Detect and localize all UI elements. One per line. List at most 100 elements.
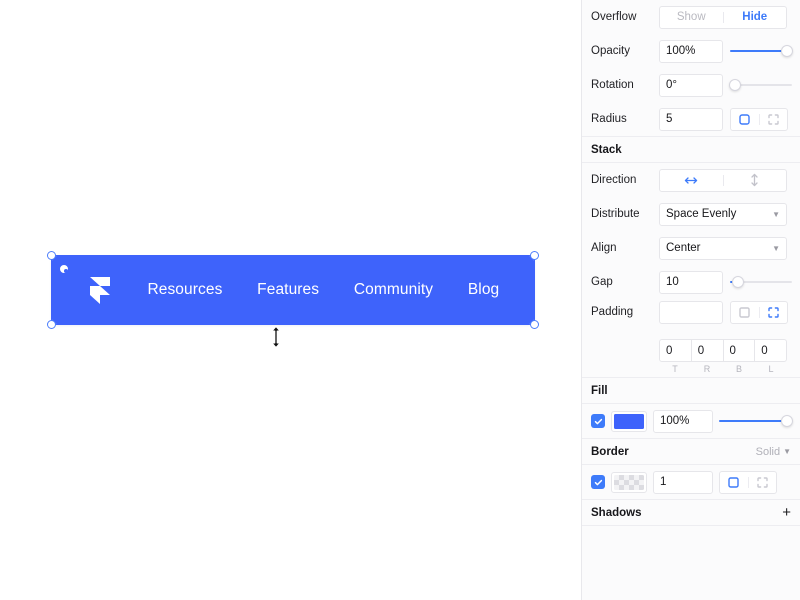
- resize-handle-top-right[interactable]: [530, 251, 539, 260]
- section-title-border: Border: [591, 445, 629, 458]
- gap-slider[interactable]: [730, 271, 792, 294]
- label-distribute: Distribute: [591, 208, 640, 220]
- fill-color-swatch[interactable]: [611, 410, 647, 432]
- direction-segmented-control[interactable]: [659, 168, 787, 192]
- fill-opacity-input[interactable]: 100%: [653, 409, 713, 433]
- label-rotation: Rotation: [591, 79, 634, 91]
- padding-input[interactable]: [659, 301, 723, 324]
- add-shadow-button[interactable]: +: [782, 505, 791, 520]
- vertical-resize-cursor: [268, 325, 284, 349]
- fill-color-preview: [614, 413, 644, 429]
- design-canvas[interactable]: Resources Features Community Blog: [0, 0, 581, 600]
- chevron-down-icon: ▼: [772, 209, 780, 219]
- corners-radius-icon[interactable]: [760, 109, 788, 130]
- resize-handle-top-left[interactable]: [47, 251, 56, 260]
- row-radius: Radius 5: [582, 102, 800, 136]
- align-value: Center: [666, 242, 701, 254]
- section-title-fill: Fill: [591, 384, 608, 397]
- row-rotation: Rotation 0°: [582, 68, 800, 102]
- radius-handle[interactable]: [60, 265, 68, 273]
- overflow-segmented-control[interactable]: Show Hide: [659, 5, 787, 29]
- navbar-component[interactable]: Resources Features Community Blog: [52, 256, 534, 324]
- border-style-select[interactable]: Solid ▼: [756, 446, 791, 458]
- overflow-option-show[interactable]: Show: [660, 7, 723, 28]
- slider-knob[interactable]: [729, 79, 741, 91]
- selected-navbar-frame[interactable]: Resources Features Community Blog: [47, 251, 539, 329]
- individual-padding-icon[interactable]: [760, 302, 788, 323]
- border-width-input[interactable]: 1: [653, 470, 713, 494]
- label-opacity: Opacity: [591, 45, 630, 57]
- row-fill: 100%: [582, 404, 800, 438]
- radius-input[interactable]: 5: [659, 107, 723, 131]
- framer-logo-icon: [87, 275, 113, 305]
- square-radius-icon[interactable]: [731, 109, 759, 130]
- padding-label-top: T: [672, 364, 678, 374]
- section-title-shadows: Shadows: [591, 506, 642, 519]
- row-padding: Padding: [582, 299, 800, 339]
- section-title-stack: Stack: [591, 143, 622, 156]
- nav-link-features[interactable]: Features: [257, 281, 319, 299]
- overflow-option-hide[interactable]: Hide: [724, 7, 787, 28]
- padding-mode-control[interactable]: [730, 301, 788, 324]
- nav-link-blog[interactable]: Blog: [468, 281, 499, 299]
- resize-handle-bottom-left[interactable]: [47, 320, 56, 329]
- row-gap: Gap 10: [582, 265, 800, 299]
- row-opacity: Opacity 100%: [582, 34, 800, 68]
- label-direction: Direction: [591, 174, 637, 186]
- padding-top-input[interactable]: 0: [659, 339, 692, 362]
- section-header-stack: Stack: [582, 136, 800, 163]
- padding-label-right: R: [703, 364, 711, 374]
- fill-opacity-slider[interactable]: [719, 410, 793, 433]
- label-radius: Radius: [591, 113, 627, 125]
- padding-label-bottom: B: [735, 364, 742, 374]
- row-overflow: Overflow Show Hide: [582, 0, 800, 34]
- vertical-arrows-icon[interactable]: [724, 170, 787, 191]
- border-color-preview-transparent: [614, 474, 644, 490]
- individual-border-icon[interactable]: [749, 472, 777, 493]
- fill-enabled-checkbox[interactable]: [591, 414, 605, 428]
- label-align: Align: [591, 242, 617, 254]
- nav-link-community[interactable]: Community: [354, 281, 433, 299]
- label-padding: Padding: [591, 306, 634, 318]
- border-color-swatch[interactable]: [611, 471, 647, 493]
- padding-sides-labels: T R B L: [659, 364, 787, 374]
- slider-knob[interactable]: [732, 276, 745, 288]
- nav-link-resources[interactable]: Resources: [147, 281, 222, 299]
- align-select[interactable]: Center ▼: [659, 236, 787, 260]
- padding-right-input[interactable]: 0: [690, 339, 724, 362]
- label-gap: Gap: [591, 276, 613, 288]
- slider-knob[interactable]: [781, 415, 793, 427]
- padding-sides-inputs[interactable]: 0 0 0 0: [659, 339, 787, 362]
- uniform-border-icon[interactable]: [720, 472, 748, 493]
- resize-handle-bottom-right[interactable]: [530, 320, 539, 329]
- padding-label-left: L: [768, 364, 774, 374]
- radius-mode-control[interactable]: [730, 107, 788, 131]
- row-padding-sides: 0 0 0 0 T R B L: [582, 339, 800, 377]
- properties-panel[interactable]: Overflow Show Hide Opacity 100% Rotation…: [581, 0, 800, 600]
- padding-bottom-input[interactable]: 0: [722, 339, 756, 362]
- horizontal-arrows-icon[interactable]: [660, 170, 723, 191]
- distribute-select[interactable]: Space Evenly ▼: [659, 202, 787, 226]
- row-border: 1: [582, 465, 800, 499]
- section-header-border: Border Solid ▼: [582, 438, 800, 465]
- row-distribute: Distribute Space Evenly ▼: [582, 197, 800, 231]
- border-mode-control[interactable]: [719, 470, 777, 494]
- rotation-input[interactable]: 0°: [659, 73, 723, 97]
- opacity-input[interactable]: 100%: [659, 39, 723, 63]
- section-header-shadows: Shadows +: [582, 499, 800, 526]
- row-direction: Direction: [582, 163, 800, 197]
- rotation-slider[interactable]: [729, 74, 792, 97]
- label-overflow: Overflow: [591, 11, 637, 23]
- framer-editor-window: Resources Features Community Blog Overfl…: [0, 0, 800, 600]
- uniform-padding-icon[interactable]: [731, 302, 759, 323]
- gap-input[interactable]: 10: [659, 270, 723, 294]
- chevron-down-icon: ▼: [772, 243, 780, 253]
- border-enabled-checkbox[interactable]: [591, 475, 605, 489]
- distribute-value: Space Evenly: [666, 208, 737, 220]
- opacity-slider[interactable]: [730, 40, 793, 63]
- row-align: Align Center ▼: [582, 231, 800, 265]
- slider-knob[interactable]: [781, 45, 793, 57]
- section-header-fill: Fill: [582, 377, 800, 404]
- border-style-value: Solid: [755, 445, 781, 458]
- padding-left-input[interactable]: 0: [754, 339, 787, 362]
